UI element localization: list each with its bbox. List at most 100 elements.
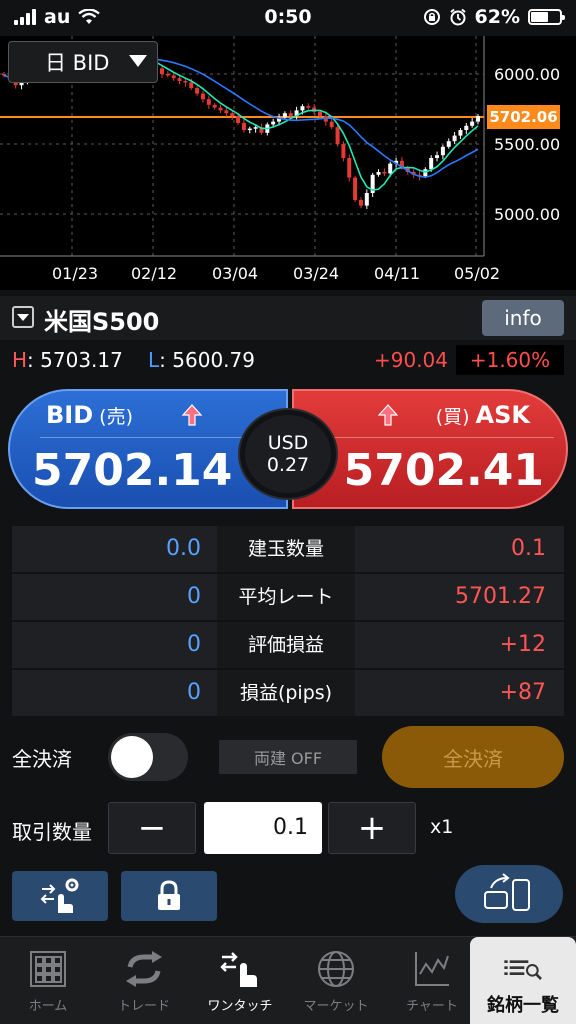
tab-market[interactable]: マーケット: [288, 937, 384, 1024]
touch-gear-icon: [40, 878, 79, 913]
quantity-multiplier[interactable]: x1: [430, 816, 453, 838]
hedge-off-button[interactable]: 両建 OFF: [219, 740, 357, 774]
ask-divider: [334, 437, 554, 438]
instrument-dropdown-icon[interactable]: [12, 306, 34, 328]
swap-icon: [124, 949, 164, 989]
x-label-0324: 03/24: [293, 264, 340, 283]
chevron-down-icon: [129, 55, 147, 67]
status-right: 62%: [423, 6, 565, 28]
toggle-knob: [111, 736, 153, 778]
low-value: 5600.79: [172, 348, 255, 372]
x-label-0411: 04/11: [374, 264, 421, 283]
rotation-lock-icon: [423, 9, 440, 25]
x-label-0123: 01/23: [52, 264, 99, 283]
chart-icon: [412, 949, 452, 989]
candle-body: [347, 158, 352, 178]
candle-body: [452, 135, 457, 142]
instrument-header: 米国S500 info: [0, 296, 576, 340]
table-row: 0 評価損益 +12: [12, 622, 564, 668]
rotate-device-icon: [484, 873, 530, 911]
tab-label: 銘柄一覧: [487, 995, 559, 1016]
candle-body: [300, 106, 305, 111]
row-label: 平均レート: [217, 574, 355, 620]
position-table: 0.0 建玉数量 0.1 0 平均レート 5701.27 0 評価損益 +12 …: [12, 526, 564, 718]
quantity-input[interactable]: 0.1: [204, 802, 322, 854]
bid-label: BID (売): [46, 401, 133, 429]
tab-symbol-list[interactable]: 銘柄一覧: [470, 937, 576, 1024]
instrument-name[interactable]: 米国S500: [44, 302, 159, 337]
close-all-button[interactable]: 全決済: [382, 726, 564, 788]
candle-body: [446, 141, 451, 147]
candle-body: [288, 113, 293, 116]
candle-body: [429, 158, 434, 170]
ask-up-arrow-icon: [378, 404, 398, 426]
candle-body: [183, 81, 188, 83]
tab-label: ホーム: [28, 999, 68, 1014]
tab-trade[interactable]: トレード: [96, 937, 192, 1024]
one-touch-icon: [220, 949, 260, 989]
x-label-0212: 02/12: [131, 264, 178, 283]
buy-avg-rate: 5701.27: [355, 574, 564, 620]
tab-chart[interactable]: チャート: [384, 937, 480, 1024]
lock-icon: [158, 880, 180, 910]
one-touch-settings-button[interactable]: [12, 871, 108, 921]
sell-pl-pips: 0: [12, 670, 217, 716]
grid-icon: [28, 949, 68, 989]
candle-body: [435, 155, 440, 158]
ask-price: 5702.41: [343, 445, 544, 496]
candle-body: [195, 88, 200, 94]
table-row: 0 損益(pips) +87: [12, 670, 564, 716]
candle-body: [247, 128, 252, 131]
lock-button[interactable]: [121, 871, 217, 921]
candle-body: [306, 106, 311, 108]
current-price-tag: 5702.06: [487, 105, 560, 129]
bid-up-arrow-icon: [182, 404, 202, 426]
candle-body: [382, 172, 387, 174]
candle-body: [218, 107, 223, 111]
candle-body: [388, 163, 393, 174]
battery-icon: [528, 9, 565, 25]
candle-body: [440, 146, 445, 156]
candle-body: [200, 93, 205, 100]
candle-body: [271, 121, 276, 125]
y-label-6000: 6000.00: [494, 65, 561, 84]
row-label: 建玉数量: [217, 526, 355, 572]
candle-body: [464, 125, 469, 130]
price-chart[interactable]: 日 BID 6000.00 5500.00 5000.00 5702.06 01…: [0, 36, 576, 290]
rotate-screen-button[interactable]: [455, 865, 563, 923]
tab-home[interactable]: ホーム: [0, 937, 96, 1024]
candle-body: [364, 193, 369, 206]
quantity-minus-button[interactable]: −: [108, 802, 196, 854]
candle-body: [171, 75, 176, 79]
candle-body: [212, 104, 217, 108]
candle-body: [241, 123, 246, 130]
tab-label: チャート: [406, 999, 458, 1014]
row-label: 評価損益: [217, 622, 355, 668]
tab-one-touch[interactable]: ワンタッチ: [192, 937, 288, 1024]
candle-body: [341, 144, 346, 158]
quantity-plus-button[interactable]: +: [328, 802, 416, 854]
row-label: 損益(pips): [217, 670, 355, 716]
candle-body: [230, 113, 235, 116]
change-value: +90.04: [373, 348, 448, 372]
list-search-icon: [503, 949, 543, 989]
table-row: 0.0 建玉数量 0.1: [12, 526, 564, 572]
candle-body: [224, 110, 229, 114]
tab-label: トレード: [117, 999, 170, 1014]
quantity-label: 取引数量: [12, 820, 92, 844]
sell-avg-rate: 0: [12, 574, 217, 620]
battery-percent: 62%: [474, 6, 520, 28]
candle-body: [476, 116, 480, 122]
buy-unrealized-pl: +12: [355, 622, 564, 668]
candle-body: [470, 121, 475, 126]
candle-body: [165, 74, 170, 76]
info-button[interactable]: info: [482, 300, 564, 336]
candle-body: [358, 200, 363, 206]
close-all-toggle[interactable]: [108, 733, 188, 781]
status-bar: au 0:50 62%: [0, 0, 576, 36]
candle-body: [318, 111, 322, 116]
tab-label: ワンタッチ: [207, 999, 273, 1014]
candle-body: [189, 82, 194, 88]
x-label-0502: 05/02: [454, 264, 501, 283]
timeframe-select[interactable]: 日 BID: [8, 41, 158, 83]
